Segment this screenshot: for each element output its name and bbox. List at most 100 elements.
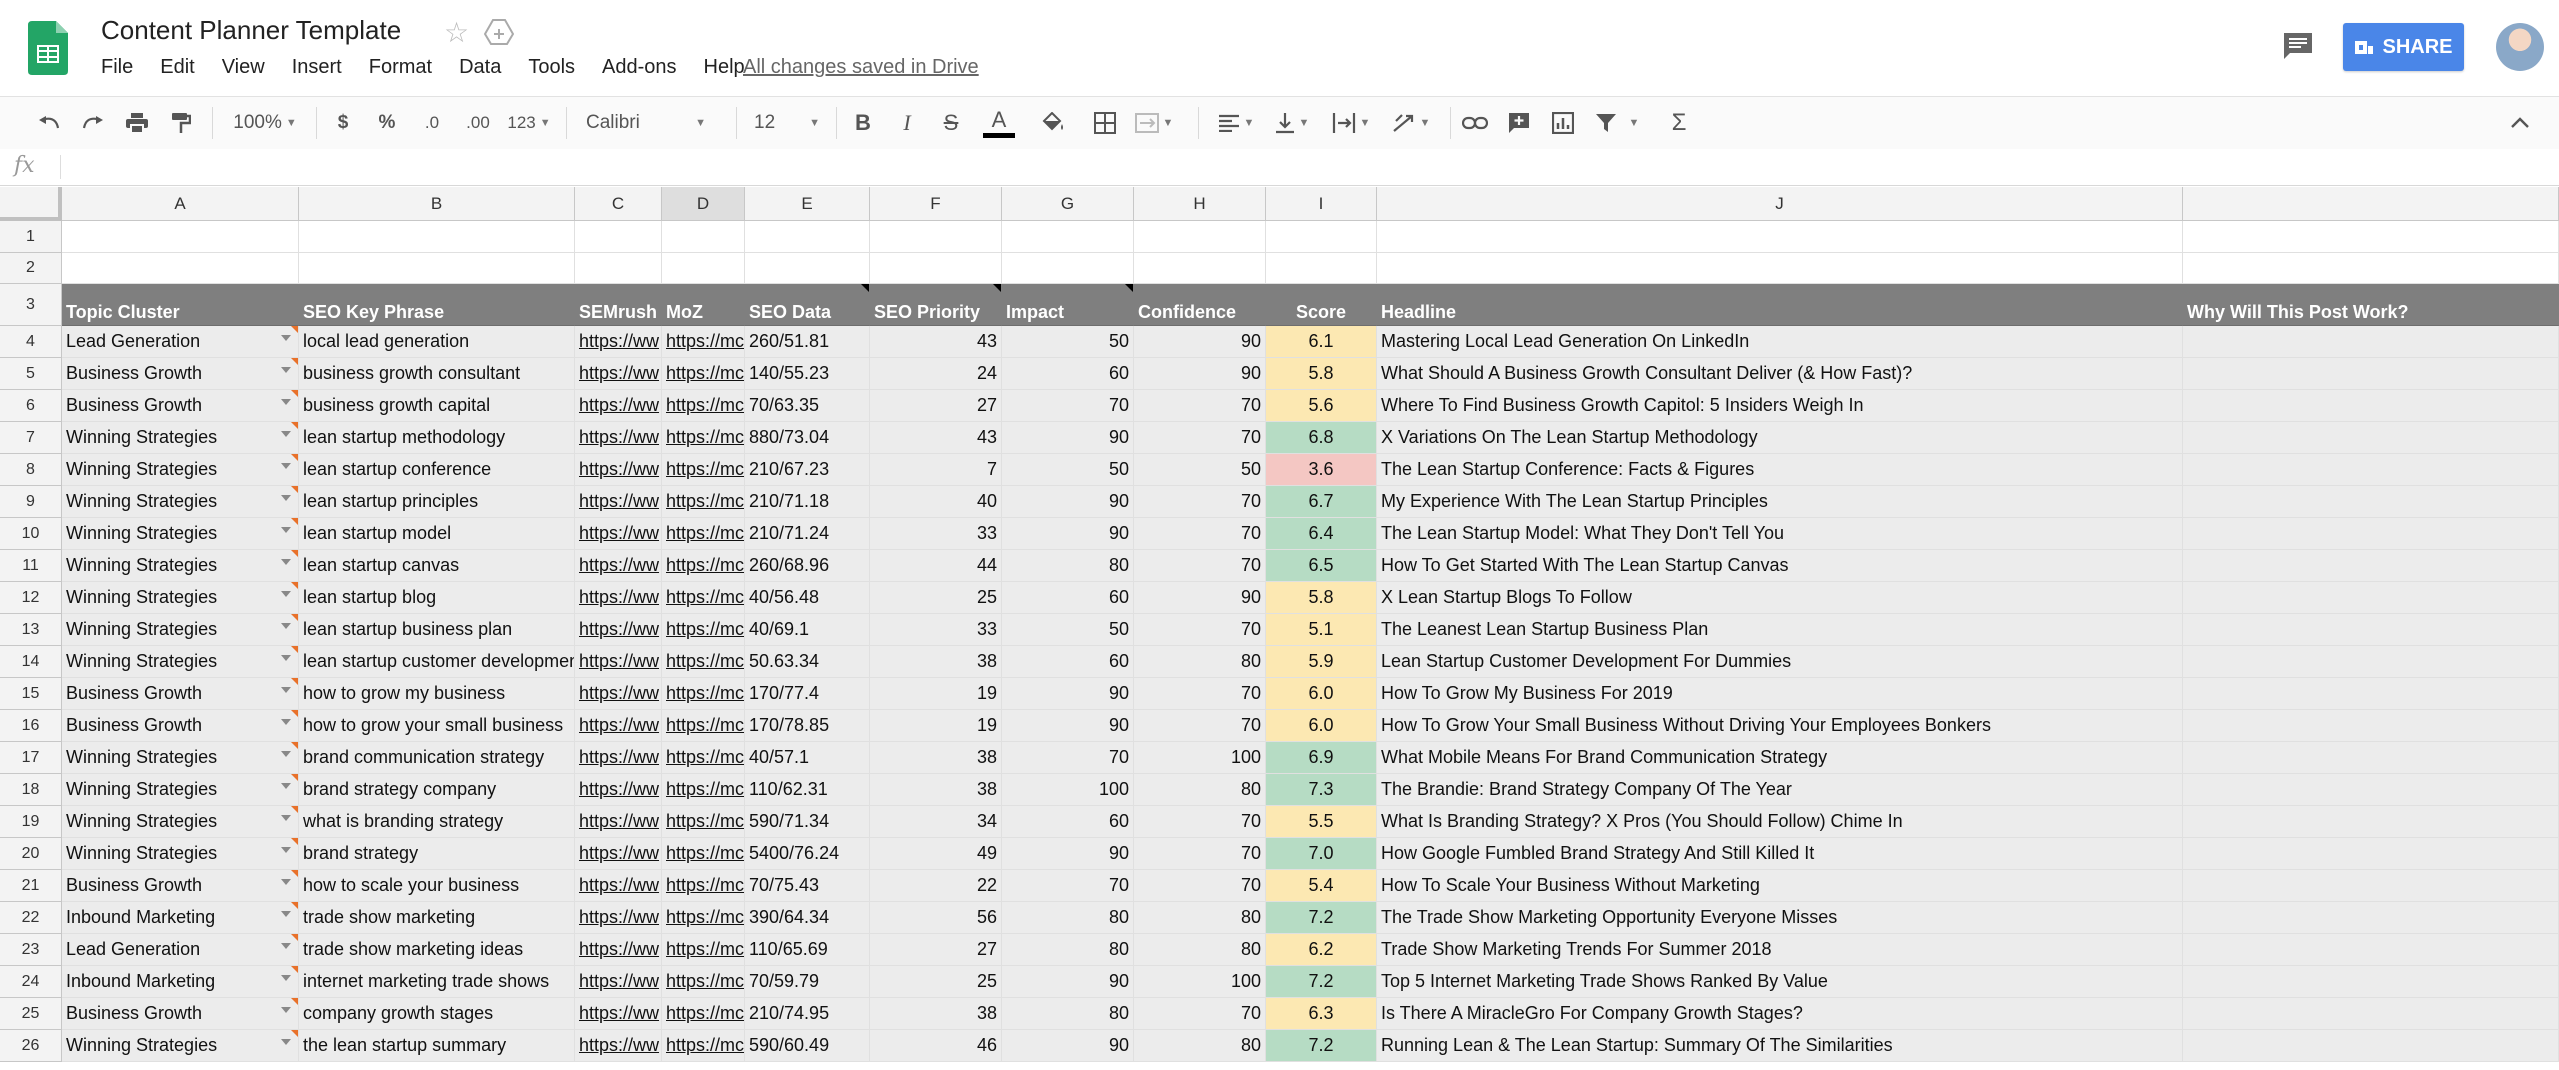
table-cell[interactable]: 590/71.34 xyxy=(745,806,870,838)
table-cell[interactable] xyxy=(2183,582,2559,614)
table-cell[interactable]: The Leanest Lean Startup Business Plan xyxy=(1377,614,2183,646)
link-cell[interactable]: https://ww xyxy=(575,806,662,838)
table-cell[interactable]: brand strategy xyxy=(299,838,575,870)
table-cell[interactable]: My Experience With The Lean Startup Prin… xyxy=(1377,486,2183,518)
menu-edit[interactable]: Edit xyxy=(160,56,194,79)
table-cell[interactable]: 210/71.18 xyxy=(745,486,870,518)
table-cell[interactable]: X Lean Startup Blogs To Follow xyxy=(1377,582,2183,614)
link-cell[interactable]: https://mc xyxy=(662,326,745,358)
dropdown-arrow-icon[interactable] xyxy=(281,1039,291,1045)
table-cell[interactable]: 33 xyxy=(870,614,1002,646)
table-cell[interactable] xyxy=(2183,454,2559,486)
empty-cell[interactable] xyxy=(745,221,870,253)
table-cell[interactable]: lean startup model xyxy=(299,518,575,550)
row-header[interactable]: 13 xyxy=(0,614,62,646)
score-cell[interactable]: 6.8 xyxy=(1266,422,1377,454)
link-cell[interactable]: https://ww xyxy=(575,646,662,678)
topic-dropdown-cell[interactable]: Lead Generation xyxy=(62,934,299,966)
table-cell[interactable]: 90 xyxy=(1134,326,1266,358)
currency-format-button[interactable]: $ xyxy=(326,97,360,149)
row-header[interactable]: 23 xyxy=(0,934,62,966)
menu-tools[interactable]: Tools xyxy=(528,56,575,79)
link-cell[interactable]: https://ww xyxy=(575,774,662,806)
empty-cell[interactable] xyxy=(662,253,745,284)
table-cell[interactable] xyxy=(2183,646,2559,678)
table-cell[interactable]: how to grow your small business xyxy=(299,710,575,742)
link-cell[interactable]: https://ww xyxy=(575,582,662,614)
dropdown-arrow-icon[interactable] xyxy=(281,399,291,405)
topic-dropdown-cell[interactable]: Winning Strategies xyxy=(62,742,299,774)
dropdown-arrow-icon[interactable] xyxy=(281,1007,291,1013)
row-header[interactable]: 24 xyxy=(0,966,62,998)
table-cell[interactable]: 90 xyxy=(1134,582,1266,614)
table-cell[interactable]: 70 xyxy=(1002,742,1134,774)
dropdown-arrow-icon[interactable] xyxy=(281,655,291,661)
table-cell[interactable]: 100 xyxy=(1134,742,1266,774)
link-cell[interactable]: https://ww xyxy=(575,358,662,390)
column-title[interactable]: SEMrush xyxy=(575,284,662,326)
row-header[interactable]: 1 xyxy=(0,221,62,253)
table-cell[interactable]: 60 xyxy=(1002,646,1134,678)
table-cell[interactable]: How To Scale Your Business Without Marke… xyxy=(1377,870,2183,902)
table-cell[interactable]: 38 xyxy=(870,998,1002,1030)
empty-cell[interactable] xyxy=(662,221,745,253)
link-cell[interactable]: https://ww xyxy=(575,390,662,422)
dropdown-arrow-icon[interactable] xyxy=(281,943,291,949)
table-cell[interactable]: 210/67.23 xyxy=(745,454,870,486)
table-cell[interactable]: business growth consultant xyxy=(299,358,575,390)
menu-format[interactable]: Format xyxy=(369,56,432,79)
table-cell[interactable] xyxy=(2183,422,2559,454)
table-cell[interactable]: how to grow my business xyxy=(299,678,575,710)
row-header[interactable]: 22 xyxy=(0,902,62,934)
score-cell[interactable]: 5.8 xyxy=(1266,582,1377,614)
column-header[interactable]: B xyxy=(299,187,575,221)
insert-comment-icon[interactable] xyxy=(1502,97,1536,149)
table-cell[interactable]: 80 xyxy=(1134,1030,1266,1062)
link-cell[interactable]: https://ww xyxy=(575,870,662,902)
empty-cell[interactable] xyxy=(1002,253,1134,284)
table-cell[interactable]: 590/60.49 xyxy=(745,1030,870,1062)
table-cell[interactable]: 25 xyxy=(870,966,1002,998)
table-cell[interactable] xyxy=(2183,390,2559,422)
table-cell[interactable]: 100 xyxy=(1134,966,1266,998)
table-cell[interactable] xyxy=(2183,1030,2559,1062)
table-cell[interactable]: Running Lean & The Lean Startup: Summary… xyxy=(1377,1030,2183,1062)
score-cell[interactable]: 5.6 xyxy=(1266,390,1377,422)
score-cell[interactable]: 7.3 xyxy=(1266,774,1377,806)
table-cell[interactable]: 22 xyxy=(870,870,1002,902)
link-cell[interactable]: https://mc xyxy=(662,678,745,710)
vertical-align-icon[interactable]: ▼ xyxy=(1268,97,1316,149)
table-cell[interactable]: 90 xyxy=(1002,1030,1134,1062)
table-cell[interactable]: 50 xyxy=(1134,454,1266,486)
topic-dropdown-cell[interactable]: Winning Strategies xyxy=(62,1030,299,1062)
table-cell[interactable]: The Brandie: Brand Strategy Company Of T… xyxy=(1377,774,2183,806)
font-family-select[interactable]: Calibri ▼ xyxy=(576,97,716,149)
dropdown-arrow-icon[interactable] xyxy=(281,847,291,853)
column-title[interactable]: Headline xyxy=(1377,284,2183,326)
increase-decimal-button[interactable]: .00 xyxy=(456,97,500,149)
share-button[interactable]: SHARE xyxy=(2343,23,2464,71)
table-cell[interactable]: 25 xyxy=(870,582,1002,614)
table-cell[interactable]: 260/51.81 xyxy=(745,326,870,358)
table-cell[interactable]: 210/71.24 xyxy=(745,518,870,550)
undo-icon[interactable] xyxy=(32,97,66,149)
topic-dropdown-cell[interactable]: Winning Strategies xyxy=(62,774,299,806)
empty-cell[interactable] xyxy=(1377,253,2183,284)
link-cell[interactable]: https://ww xyxy=(575,1030,662,1062)
topic-dropdown-cell[interactable]: Business Growth xyxy=(62,998,299,1030)
paint-format-icon[interactable] xyxy=(164,97,198,149)
move-to-folder-icon[interactable] xyxy=(484,18,514,46)
table-cell[interactable]: The Trade Show Marketing Opportunity Eve… xyxy=(1377,902,2183,934)
table-cell[interactable]: How To Grow My Business For 2019 xyxy=(1377,678,2183,710)
table-cell[interactable]: 170/78.85 xyxy=(745,710,870,742)
column-header[interactable]: C xyxy=(575,187,662,221)
merge-cells-icon[interactable]: ▼ xyxy=(1134,97,1174,149)
strikethrough-button[interactable]: S xyxy=(934,97,968,149)
score-cell[interactable]: 3.6 xyxy=(1266,454,1377,486)
link-cell[interactable]: https://ww xyxy=(575,742,662,774)
link-cell[interactable]: https://ww xyxy=(575,422,662,454)
link-cell[interactable]: https://mc xyxy=(662,486,745,518)
column-title[interactable]: Confidence xyxy=(1134,284,1266,326)
column-header[interactable]: I xyxy=(1266,187,1377,221)
table-cell[interactable]: 43 xyxy=(870,422,1002,454)
